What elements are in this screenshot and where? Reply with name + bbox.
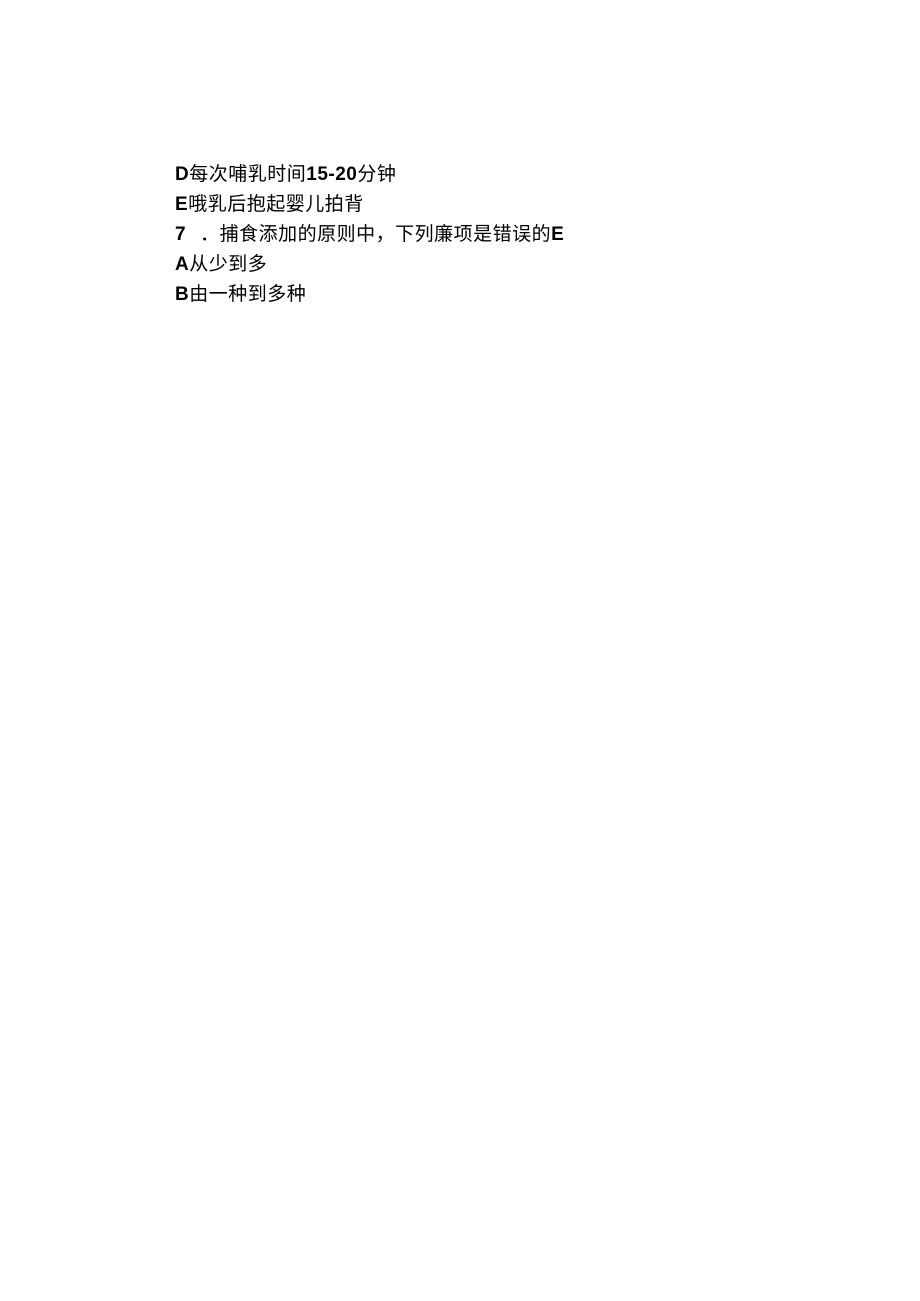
option-b-text: 由一种到多种 (189, 284, 306, 305)
option-e-prefix: E (175, 194, 188, 215)
option-b: B由一种到多种 (175, 280, 920, 310)
option-a-prefix: A (175, 254, 189, 275)
option-d-prefix: D (175, 164, 189, 185)
question-7-text: 捕食添加的原则中，下列廉项是错误的 (220, 224, 552, 245)
option-b-prefix: B (175, 284, 189, 305)
question-7: 7 ．捕食添加的原则中，下列廉项是错误的E (175, 220, 920, 250)
option-d: D每次哺乳时间15-20分钟 (175, 160, 920, 190)
question-7-dot: ． (200, 224, 220, 245)
option-d-text2: 分钟 (357, 164, 396, 185)
question-7-number: 7 (175, 220, 186, 250)
question-7-answer: E (551, 224, 564, 245)
option-d-number: 15-20 (306, 164, 357, 185)
option-e: E哦乳后抱起婴儿拍背 (175, 190, 920, 220)
option-e-text: 哦乳后抱起婴儿拍背 (188, 194, 364, 215)
option-d-text1: 每次哺乳时间 (189, 164, 306, 185)
option-a-text: 从少到多 (189, 254, 267, 275)
option-a: A从少到多 (175, 250, 920, 280)
